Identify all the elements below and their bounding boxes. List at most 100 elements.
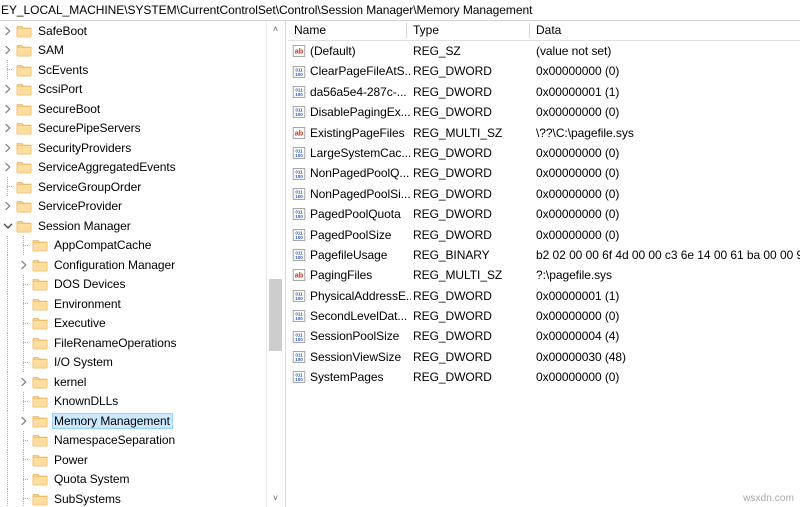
- chevron-right-icon[interactable]: [0, 21, 16, 40]
- chevron-right-icon[interactable]: [0, 99, 16, 118]
- tree-item-filerenameoperations[interactable]: FileRenameOperations: [0, 333, 266, 353]
- tree-item-label: Quota System: [54, 472, 130, 487]
- value-row[interactable]: ab PagingFiles REG_MULTI_SZ ?:\pagefile.sys: [288, 265, 800, 285]
- tree-item-scsiport[interactable]: ScsiPort: [0, 80, 266, 100]
- value-row[interactable]: 011 100 SessionViewSize REG_DWORD 0x00000030…: [288, 347, 800, 367]
- folder-icon: [32, 472, 48, 486]
- column-header-data[interactable]: Data: [530, 21, 800, 40]
- value-row[interactable]: 011 100 PhysicalAddressE... REG_DWORD 0x0000…: [288, 286, 800, 306]
- value-row[interactable]: 011 100 LargeSystemCac... REG_DWORD 0x000000…: [288, 143, 800, 163]
- tree-item-sam[interactable]: SAM: [0, 41, 266, 61]
- value-name-cell[interactable]: 011 100 SessionPoolSize: [288, 326, 411, 346]
- scroll-down-arrow-icon[interactable]: ˅: [267, 490, 284, 507]
- tree-connector: [16, 313, 32, 333]
- value-name-cell[interactable]: ab (Default): [288, 41, 411, 61]
- value-name-cell[interactable]: 011 100 SecondLevelDat...: [288, 306, 411, 326]
- tree-item-label: Executive: [54, 316, 106, 331]
- value-name-cell[interactable]: 011 100 LargeSystemCac...: [288, 143, 411, 163]
- value-name-cell[interactable]: ab ExistingPageFiles: [288, 123, 411, 143]
- address-bar[interactable]: EY_LOCAL_MACHINE\SYSTEM\CurrentControlSe…: [0, 0, 800, 21]
- folder-icon: [16, 219, 32, 233]
- tree-item-serviceprovider[interactable]: ServiceProvider: [0, 197, 266, 217]
- scrollbar-thumb[interactable]: [269, 279, 282, 351]
- tree-item-i-o-system[interactable]: I/O System: [0, 352, 266, 373]
- value-row[interactable]: 011 100 da56a5e4-287c-... REG_DWORD 0x000000…: [288, 82, 800, 102]
- tree-item-safeboot[interactable]: SafeBoot: [0, 21, 266, 41]
- pane-splitter[interactable]: [285, 21, 286, 507]
- folder-icon: [32, 277, 48, 291]
- tree-item-session-manager[interactable]: Session Manager: [0, 216, 266, 236]
- tree-item-power[interactable]: Power: [0, 450, 266, 470]
- value-row[interactable]: 011 100 NonPagedPoolSi... REG_DWORD 0x000000…: [288, 184, 800, 204]
- tree-item-quota-system[interactable]: Quota System: [0, 469, 266, 490]
- tree-item-label: SafeBoot: [38, 23, 87, 38]
- tree-item-configuration-manager[interactable]: Configuration Manager: [0, 255, 266, 275]
- tree-item-secureboot[interactable]: SecureBoot: [0, 99, 266, 119]
- column-header-type[interactable]: Type: [407, 21, 530, 40]
- dword-value-icon: 011 100: [292, 289, 306, 303]
- value-row[interactable]: 011 100 SessionPoolSize REG_DWORD 0x00000004…: [288, 326, 800, 346]
- value-name-cell[interactable]: 011 100 SystemPages: [288, 367, 411, 387]
- chevron-right-icon[interactable]: [16, 255, 32, 274]
- value-row[interactable]: 011 100 PagedPoolSize REG_DWORD 0x00000000 (…: [288, 225, 800, 245]
- chevron-right-icon[interactable]: [0, 197, 16, 216]
- tree-item-knowndlls[interactable]: KnownDLLs: [0, 391, 266, 412]
- dword-value-icon: 011 100: [292, 105, 306, 119]
- value-row[interactable]: 011 100 SecondLevelDat... REG_DWORD 0x000000…: [288, 306, 800, 326]
- value-type-cell: REG_DWORD: [413, 329, 492, 344]
- value-name-cell[interactable]: 011 100 PagefileUsage: [288, 245, 411, 265]
- tree-item-label: DOS Devices: [54, 277, 126, 292]
- chevron-right-icon[interactable]: [0, 41, 16, 60]
- registry-key-tree[interactable]: SafeBoot SAM ScEvents ScsiPort SecureBoot Sec…: [0, 21, 266, 507]
- value-name-cell[interactable]: 011 100 da56a5e4-287c-...: [288, 82, 411, 102]
- tree-item-namespaceseparation[interactable]: NamespaceSeparation: [0, 430, 266, 451]
- value-name-cell[interactable]: 011 100 PagedPoolQuota: [288, 204, 411, 224]
- tree-item-dos-devices[interactable]: DOS Devices: [0, 274, 266, 295]
- chevron-right-icon[interactable]: [0, 138, 16, 157]
- tree-item-appcompatcache[interactable]: AppCompatCache: [0, 235, 266, 256]
- tree-guide-line: [0, 313, 16, 334]
- value-name-cell[interactable]: 011 100 SessionViewSize: [288, 347, 411, 367]
- chevron-right-icon[interactable]: [16, 372, 32, 391]
- tree-item-label: ServiceGroupOrder: [38, 179, 142, 194]
- value-row[interactable]: 011 100 PagefileUsage REG_BINARY b2 02 00 00…: [288, 245, 800, 265]
- registry-values-list[interactable]: Name Type Data ab (Default) REG_SZ (value n…: [288, 21, 800, 507]
- tree-item-securityproviders[interactable]: SecurityProviders: [0, 138, 266, 158]
- value-name-cell[interactable]: 011 100 NonPagedPoolSi...: [288, 184, 411, 204]
- column-header-name[interactable]: Name: [288, 21, 407, 40]
- value-type-cell: REG_DWORD: [413, 145, 492, 160]
- value-name-cell[interactable]: 011 100 NonPagedPoolQ...: [288, 163, 411, 183]
- tree-item-servicegrouporder[interactable]: ServiceGroupOrder: [0, 177, 266, 197]
- value-name-cell[interactable]: 011 100 PagedPoolSize: [288, 225, 411, 245]
- value-row[interactable]: 011 100 PagedPoolQuota REG_DWORD 0x00000000 …: [288, 204, 800, 224]
- chevron-down-icon[interactable]: [0, 216, 16, 235]
- value-name-cell[interactable]: 011 100 ClearPageFileAtS...: [288, 61, 411, 81]
- tree-item-securepipeservers[interactable]: SecurePipeServers: [0, 119, 266, 139]
- value-name-cell[interactable]: 011 100 PhysicalAddressE...: [288, 286, 411, 306]
- value-name-cell[interactable]: 011 100 DisablePagingEx...: [288, 102, 411, 122]
- tree-item-scevents[interactable]: ScEvents: [0, 60, 266, 80]
- value-row[interactable]: ab ExistingPageFiles REG_MULTI_SZ \??\C:\pa…: [288, 123, 800, 143]
- value-name-cell[interactable]: ab PagingFiles: [288, 265, 411, 285]
- value-row[interactable]: 011 100 NonPagedPoolQ... REG_DWORD 0x0000000…: [288, 163, 800, 183]
- tree-guide-line: [0, 294, 16, 314]
- value-data-cell: 0x00000000 (0): [536, 227, 620, 242]
- chevron-right-icon[interactable]: [0, 80, 16, 99]
- tree-item-subsystems[interactable]: SubSystems: [0, 489, 266, 507]
- value-row[interactable]: 011 100 DisablePagingEx... REG_DWORD 0x00000…: [288, 102, 800, 122]
- tree-vertical-scrollbar[interactable]: ˄ ˅: [266, 21, 284, 507]
- tree-item-executive[interactable]: Executive: [0, 313, 266, 334]
- tree-item-memory-management[interactable]: Memory Management: [0, 411, 266, 431]
- chevron-right-icon[interactable]: [16, 411, 32, 430]
- value-data-cell: \??\C:\pagefile.sys: [536, 125, 634, 140]
- tree-guide-line: [0, 372, 16, 392]
- chevron-right-icon[interactable]: [0, 119, 16, 138]
- value-row[interactable]: ab (Default) REG_SZ (value not set): [288, 41, 800, 61]
- value-row[interactable]: 011 100 SystemPages REG_DWORD 0x00000000 (0): [288, 367, 800, 387]
- scroll-up-arrow-icon[interactable]: ˄: [267, 21, 284, 38]
- chevron-right-icon[interactable]: [0, 158, 16, 177]
- value-row[interactable]: 011 100 ClearPageFileAtS... REG_DWORD 0x0000…: [288, 61, 800, 81]
- tree-item-environment[interactable]: Environment: [0, 294, 266, 314]
- tree-item-kernel[interactable]: kernel: [0, 372, 266, 392]
- tree-item-serviceaggregatedevents[interactable]: ServiceAggregatedEvents: [0, 158, 266, 178]
